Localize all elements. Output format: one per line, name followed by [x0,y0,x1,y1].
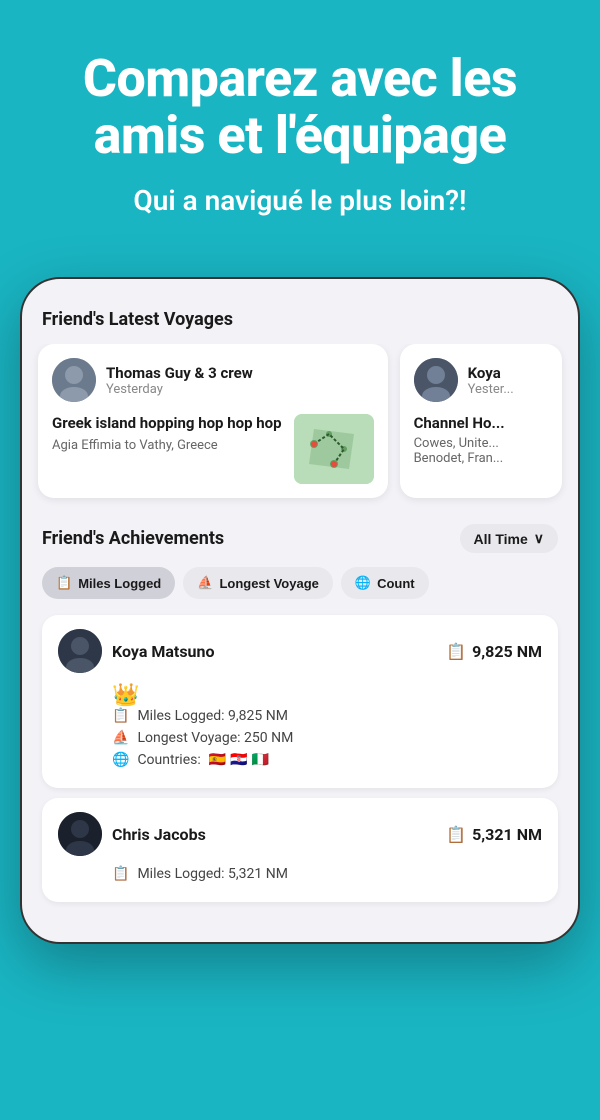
stat-countries-text: Countries: [137,752,200,768]
crown-icon: 👑 [112,683,139,708]
phone-mockup: Friend's Latest Voyages Thomas Guy & 3 c… [20,277,580,944]
voyage-user-row: Thomas Guy & 3 crew Yesterday [52,358,374,402]
voyages-scroll-container: Thomas Guy & 3 crew Yesterday Greek isla… [22,344,578,508]
stat-miles-icon: 📋 [112,708,129,724]
stat-voyage-text: Longest Voyage: 250 NM [137,730,293,746]
partial-card-content: Channel Ho... Cowes, Unite... Benodet, F… [414,414,548,466]
entry-name-koya: Koya Matsuno [112,642,215,661]
achievements-section: Friend's Achievements All Time ∨ 📋 Miles… [22,508,578,922]
avatar-thomas [52,358,96,402]
user-name-koya-partial: Koya [468,364,514,382]
flag-it: 🇮🇹 [252,752,269,768]
entry-stats-koya: 👑 📋 Miles Logged: 9,825 NM ⛵ Longest Voy… [58,683,542,768]
partial-voyage-title: Channel Ho... [414,414,548,432]
miles-icon-chris: 📋 [446,825,466,844]
miles-value-chris: 5,321 NM [472,825,542,844]
voyage-route-thomas: Agia Effimia to Vathy, Greece [52,438,282,453]
entry-user-chris: Chris Jacobs [58,812,206,856]
entry-miles-koya: 📋 9,825 NM [446,642,542,661]
map-svg [294,414,374,484]
longest-voyage-label: Longest Voyage [219,576,318,591]
voyages-section-title: Friend's Latest Voyages [22,299,578,344]
stat-miles-text: Miles Logged: 9,825 NM [137,708,288,724]
hero-title: Comparez avec les amis et l'équipage [30,50,570,164]
longest-voyage-icon: ⛵ [197,575,213,591]
entry-stats-chris: 📋 Miles Logged: 5,321 NM [58,866,542,882]
avatar-chris [58,812,102,856]
achievements-title: Friend's Achievements [42,528,224,549]
partial-voyage-route: Cowes, Unite... Benodet, Fran... [414,436,548,466]
count-icon: 🌐 [355,575,371,591]
miles-logged-icon: 📋 [56,575,72,591]
chevron-down-icon: ∨ [534,530,544,547]
voyage-content-thomas: Greek island hopping hop hop hop Agia Ef… [52,414,374,484]
user-name-thomas: Thomas Guy & 3 crew [106,364,253,382]
stat-countries-koya: 🌐 Countries: 🇪🇸 🇭🇷 🇮🇹 [112,752,542,768]
entry-header-chris: Chris Jacobs 📋 5,321 NM [58,812,542,856]
tab-miles-logged[interactable]: 📋 Miles Logged [42,567,175,599]
stat-miles-icon-chris: 📋 [112,866,129,882]
stat-voyage-koya: ⛵ Longest Voyage: 250 NM [112,730,542,746]
stat-voyage-icon: ⛵ [112,730,129,746]
avatar-koya-main [58,629,102,673]
rank-badge-koya: 👑 [112,683,542,708]
entry-header-koya: Koya Matsuno 📋 9,825 NM [58,629,542,673]
count-label: Count [377,576,415,591]
achievements-header: Friend's Achievements All Time ∨ [42,524,558,553]
user-time-koya-partial: Yester... [468,382,514,397]
stat-miles-koya: 📋 Miles Logged: 9,825 NM [112,708,542,724]
miles-logged-label: Miles Logged [78,576,161,591]
avatar-koya-partial [414,358,458,402]
voyage-user-row-koya: Koya Yester... [414,358,548,402]
entry-name-chris: Chris Jacobs [112,825,206,844]
tab-count[interactable]: 🌐 Count [341,567,429,599]
user-time-thomas: Yesterday [106,382,253,397]
hero-subtitle: Qui a navigué le plus loin?! [30,184,570,217]
flag-hr: 🇭🇷 [230,752,247,768]
flag-emojis-koya: 🇪🇸 🇭🇷 🇮🇹 [209,752,269,768]
stat-globe-icon: 🌐 [112,752,129,768]
voyage-card-thomas[interactable]: Thomas Guy & 3 crew Yesterday Greek isla… [38,344,388,498]
flag-es: 🇪🇸 [209,752,226,768]
stat-miles-chris: 📋 Miles Logged: 5,321 NM [112,866,542,882]
voyage-map-thomas [294,414,374,484]
entry-user-koya: Koya Matsuno [58,629,215,673]
filter-label: All Time [474,531,528,547]
voyage-text-thomas: Greek island hopping hop hop hop Agia Ef… [52,414,282,453]
miles-value-koya: 9,825 NM [472,642,542,661]
stat-miles-text-chris: Miles Logged: 5,321 NM [137,866,288,882]
tab-longest-voyage[interactable]: ⛵ Longest Voyage [183,567,333,599]
leaderboard-entry-koya[interactable]: Koya Matsuno 📋 9,825 NM 👑 📋 Miles Logged… [42,615,558,788]
user-info-koya-partial: Koya Yester... [468,364,514,397]
leaderboard-entry-chris[interactable]: Chris Jacobs 📋 5,321 NM 📋 Miles Logged: … [42,798,558,902]
miles-icon-koya: 📋 [446,642,466,661]
filter-all-time-button[interactable]: All Time ∨ [460,524,558,553]
voyage-title-thomas: Greek island hopping hop hop hop [52,414,282,434]
achievement-tabs: 📋 Miles Logged ⛵ Longest Voyage 🌐 Count [42,567,558,599]
hero-section: Comparez avec les amis et l'équipage Qui… [0,0,600,247]
user-info-thomas: Thomas Guy & 3 crew Yesterday [106,364,253,397]
voyage-card-koya[interactable]: Koya Yester... Channel Ho... Cowes, Unit… [400,344,562,498]
entry-miles-chris: 📋 5,321 NM [446,825,542,844]
